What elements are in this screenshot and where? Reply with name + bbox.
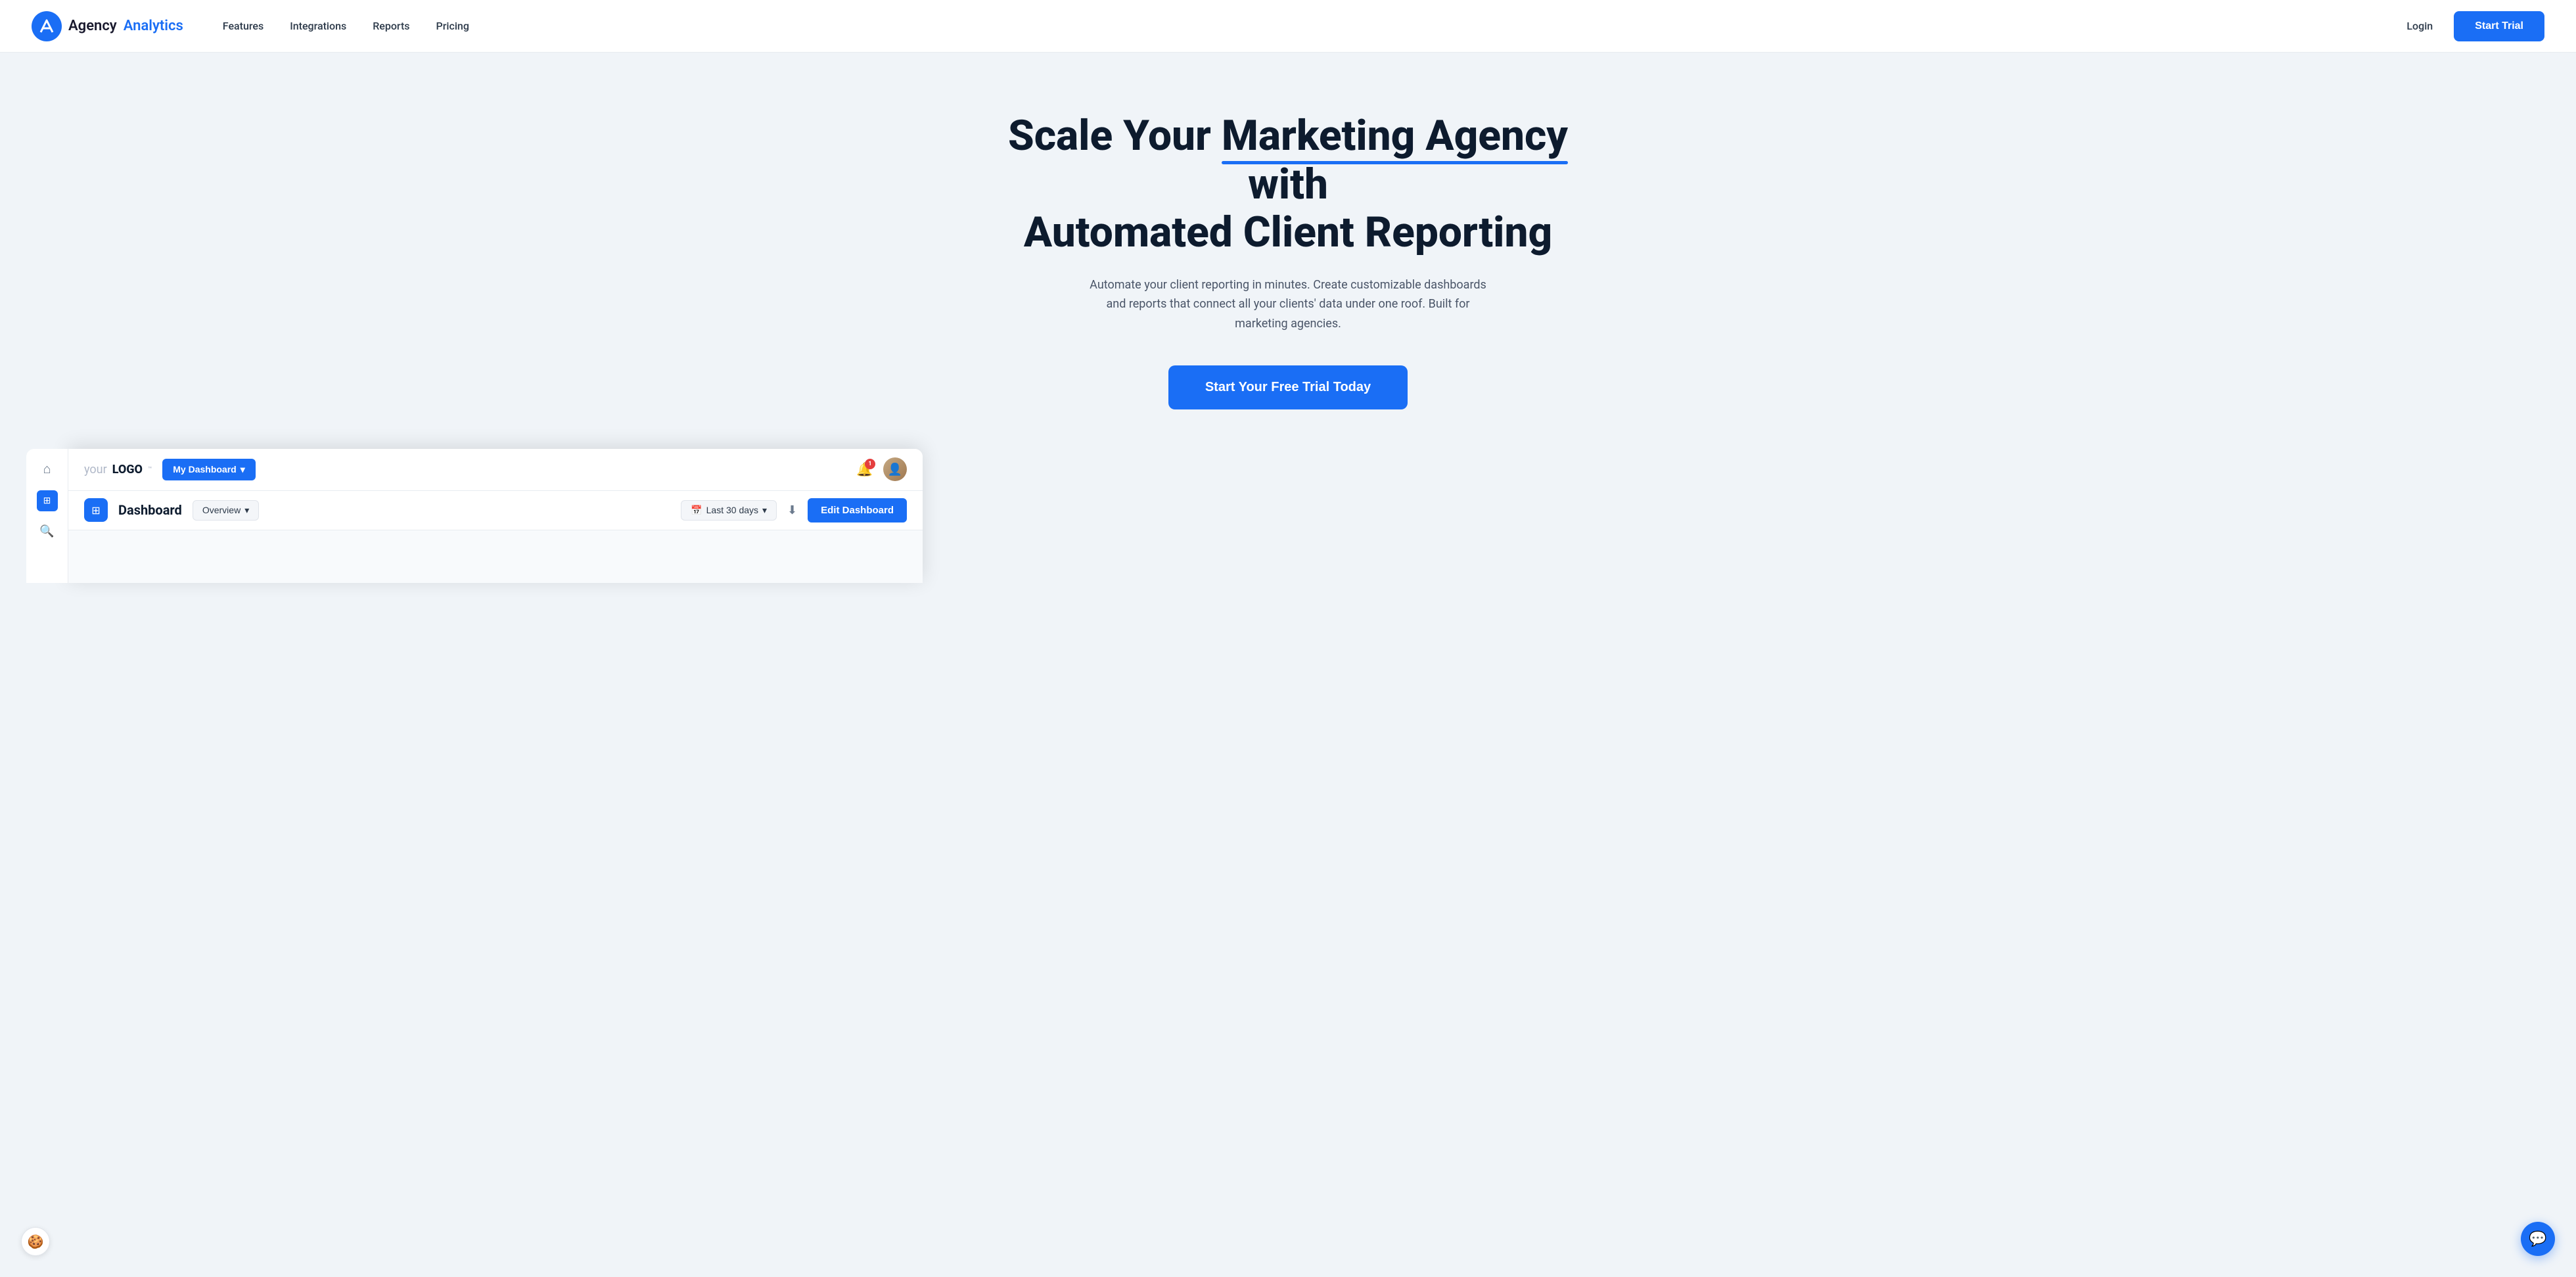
dash-logo-logo: LOGO — [112, 463, 143, 476]
dash-logo-your: your — [84, 463, 107, 476]
hero-section: Scale Your Marketing Agency with Automat… — [0, 53, 2576, 622]
hero-title-line2: Automated Client Reporting — [1024, 208, 1552, 257]
overview-chevron-icon: ▾ — [244, 505, 249, 516]
hero-title-part2: with — [1248, 160, 1328, 209]
dashboard-grid-icon[interactable]: ⊞ — [84, 498, 108, 522]
calendar-icon: 📅 — [691, 505, 702, 516]
overview-dropdown[interactable]: Overview ▾ — [193, 500, 259, 521]
cookie-button[interactable]: 🍪 — [21, 1227, 50, 1256]
hero-title-part1: Scale Your — [1008, 111, 1222, 160]
dashboard-subheader: ⊞ Dashboard Overview ▾ 📅 Last 30 days ▾ … — [68, 491, 923, 530]
dashboard-title: Dashboard — [118, 502, 182, 518]
hero-title: Scale Your Marketing Agency with Automat… — [992, 112, 1584, 257]
overview-label: Overview — [202, 505, 241, 515]
hero-subtitle: Automate your client reporting in minute… — [1084, 275, 1492, 334]
start-trial-button[interactable]: Start Trial — [2454, 11, 2544, 41]
date-range-button[interactable]: 📅 Last 30 days ▾ — [681, 500, 777, 521]
nav-link-pricing[interactable]: Pricing — [436, 20, 469, 32]
download-icon[interactable]: ⬇ — [787, 503, 797, 517]
dash-logo-area: your LOGO ™ — [84, 463, 152, 476]
avatar-icon: 👤 — [888, 463, 902, 476]
notification-bell-wrapper: 🔔 1 — [856, 461, 873, 477]
logo-agency-text: Agency — [68, 18, 117, 34]
sidebar-grid-icon[interactable]: ⊞ — [37, 490, 58, 511]
dashboard-preview-wrapper: ⌂ ⊞ 🔍 your LOGO ™ My Dashboard ▾ 🔔 1 — [26, 449, 2550, 583]
nav-link-reports[interactable]: Reports — [373, 20, 409, 32]
user-avatar[interactable]: 👤 — [883, 457, 907, 481]
bell-badge: 1 — [865, 459, 875, 469]
dashboard-topbar: your LOGO ™ My Dashboard ▾ 🔔 1 👤 — [68, 449, 923, 491]
my-dashboard-label: My Dashboard — [173, 464, 236, 475]
logo-link[interactable]: Agency Analytics — [32, 11, 183, 41]
my-dashboard-dropdown[interactable]: My Dashboard ▾ — [162, 459, 256, 480]
logo-analytics-text: Analytics — [124, 18, 183, 34]
dashboard-content — [68, 530, 923, 583]
dashboard-left-sidebar: ⌂ ⊞ 🔍 — [26, 449, 68, 583]
hero-title-highlight: Marketing Agency — [1222, 112, 1568, 160]
nav-link-integrations[interactable]: Integrations — [290, 20, 346, 32]
navbar: Agency Analytics Features Integrations Re… — [0, 0, 2576, 53]
nav-link-features[interactable]: Features — [223, 20, 264, 32]
edit-dashboard-button[interactable]: Edit Dashboard — [808, 498, 907, 522]
date-range-label: Last 30 days — [706, 505, 758, 515]
login-link[interactable]: Login — [2406, 20, 2433, 32]
nav-right: Login Start Trial — [2406, 11, 2544, 41]
dash-logo-tm: ™ — [148, 466, 152, 473]
date-chevron-icon: ▾ — [762, 505, 767, 516]
logo-icon — [32, 11, 62, 41]
sidebar-home-icon[interactable]: ⌂ — [43, 461, 51, 477]
chat-bubble[interactable]: 💬 — [2521, 1222, 2555, 1256]
sidebar-search-icon[interactable]: 🔍 — [39, 524, 54, 538]
dropdown-chevron-icon: ▾ — [241, 464, 245, 475]
nav-links: Features Integrations Reports Pricing — [223, 20, 2407, 32]
dashboard-preview: yourLOGO™ My Dashboard ▾ 🔔 1 👤 ⊞ Dashb — [68, 449, 923, 583]
cta-button[interactable]: Start Your Free Trial Today — [1168, 365, 1408, 409]
